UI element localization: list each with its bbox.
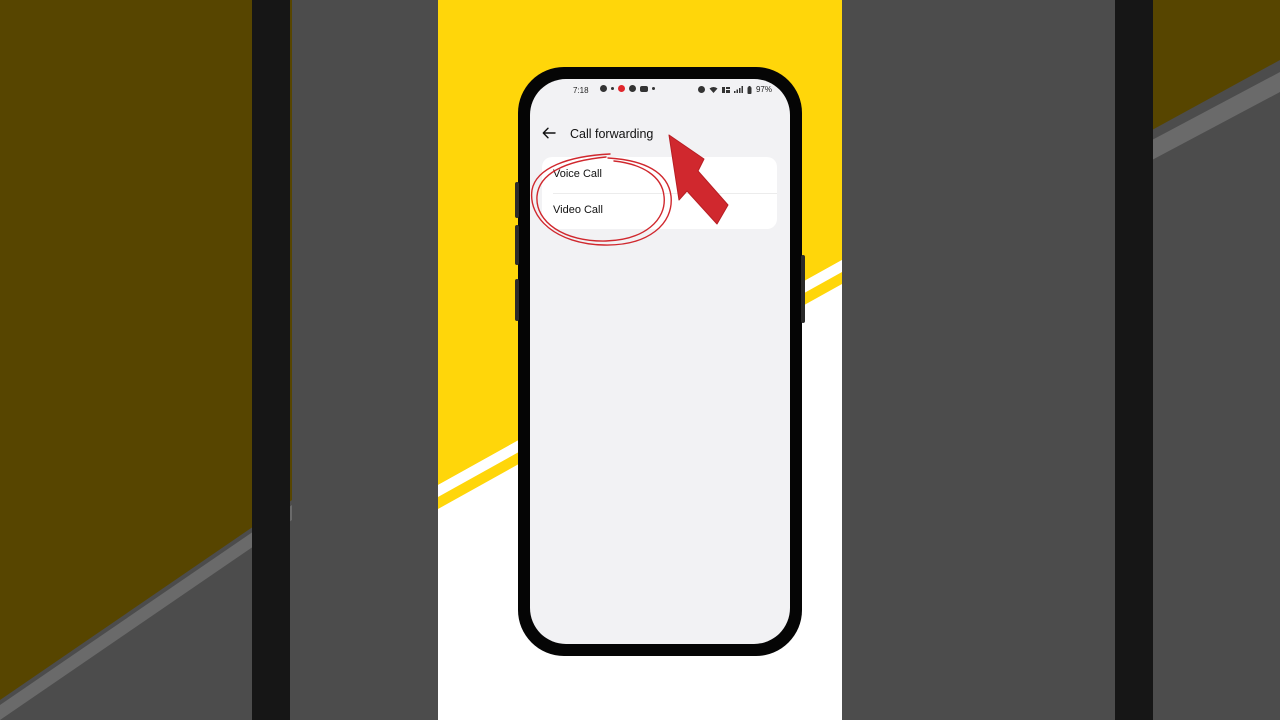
- phone-frame: 7:18 97% Call forwarding Voice Call Vide…: [515, 67, 805, 656]
- dot-icon: [652, 87, 655, 90]
- alarm-icon: [697, 86, 705, 93]
- status-left-icons: [600, 85, 655, 92]
- android-icon: [600, 85, 607, 92]
- phone-power-button: [801, 255, 805, 323]
- jio-icon: [618, 85, 625, 92]
- video-call-option[interactable]: Video Call: [542, 193, 777, 229]
- right-device-edge: [1115, 0, 1153, 720]
- app-bar: Call forwarding: [530, 119, 790, 149]
- phone-side-button: [515, 182, 519, 218]
- back-arrow-icon[interactable]: [541, 125, 557, 141]
- battery-icon: [747, 85, 752, 94]
- video-call-label: Video Call: [553, 204, 603, 216]
- left-blurred-shapes: [0, 0, 438, 720]
- video-frame: 7:18 97% Call forwarding Voice Call Vide…: [438, 0, 842, 720]
- voice-call-option[interactable]: Voice Call: [542, 157, 777, 193]
- phone-screen: 7:18 97% Call forwarding Voice Call Vide…: [530, 79, 790, 644]
- vo-lte-icon: [721, 87, 730, 93]
- left-device-edge: [252, 0, 290, 720]
- notification-icon: [611, 87, 614, 90]
- status-time: 7:18: [573, 86, 589, 95]
- call-forwarding-options: Voice Call Video Call: [542, 157, 777, 229]
- battery-percent: 97%: [755, 85, 772, 94]
- signal-icon: [733, 86, 743, 93]
- facebook-icon: [629, 85, 636, 92]
- youtube-icon: [640, 85, 648, 92]
- right-blurred-shapes: [842, 0, 1280, 720]
- status-right-icons: 97%: [697, 85, 772, 94]
- phone-side-button: [515, 279, 519, 321]
- wifi-icon: [709, 87, 718, 93]
- right-blurred-background: [842, 0, 1280, 720]
- phone-side-button: [515, 225, 519, 265]
- left-blurred-background: [0, 0, 438, 720]
- voice-call-label: Voice Call: [553, 168, 602, 180]
- page-title: Call forwarding: [570, 127, 654, 141]
- status-bar: 7:18 97%: [530, 79, 790, 101]
